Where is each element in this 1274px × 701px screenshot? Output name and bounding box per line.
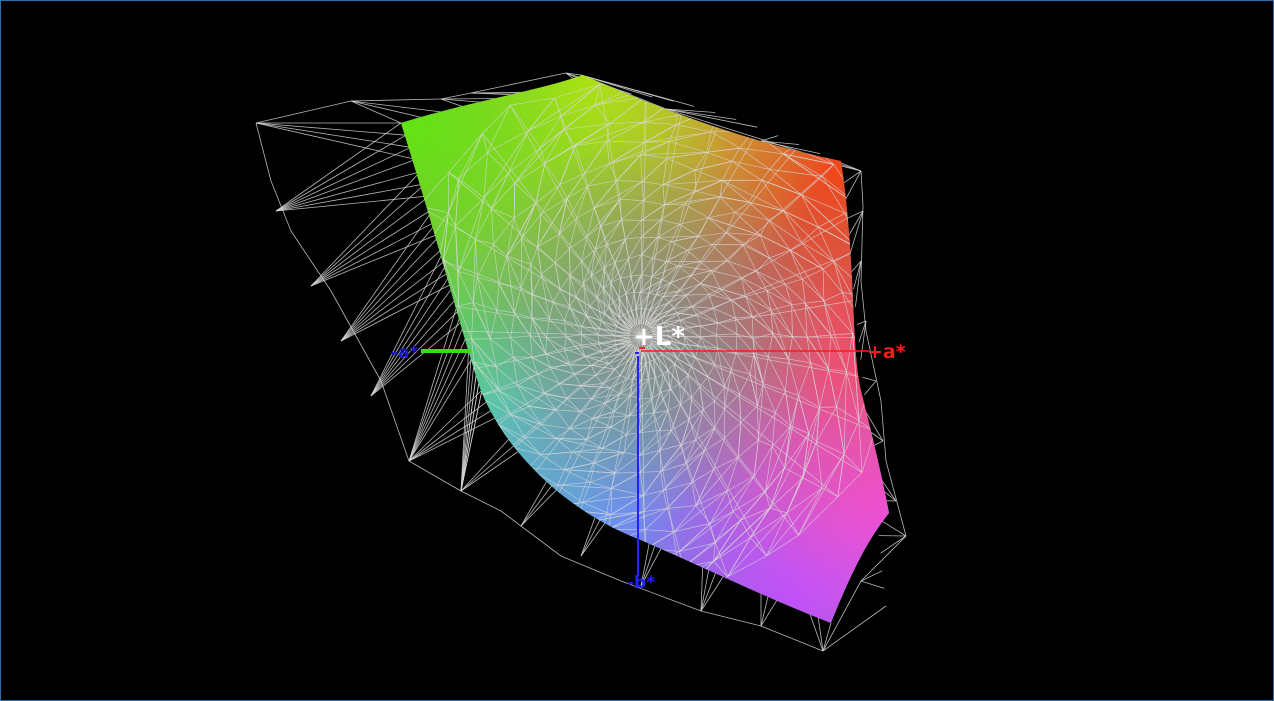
l-axis-label: +L* [633, 322, 685, 352]
a-positive-axis-label: +a* [867, 341, 906, 363]
gamut-3d-scene: +L* +a* -a* -b* [255, 72, 907, 652]
a-negative-axis-label: -a* [391, 343, 419, 363]
gamut-viewer-canvas[interactable]: +L* +a* -a* -b* [0, 0, 1274, 701]
b-negative-axis-label: -b* [627, 573, 655, 593]
